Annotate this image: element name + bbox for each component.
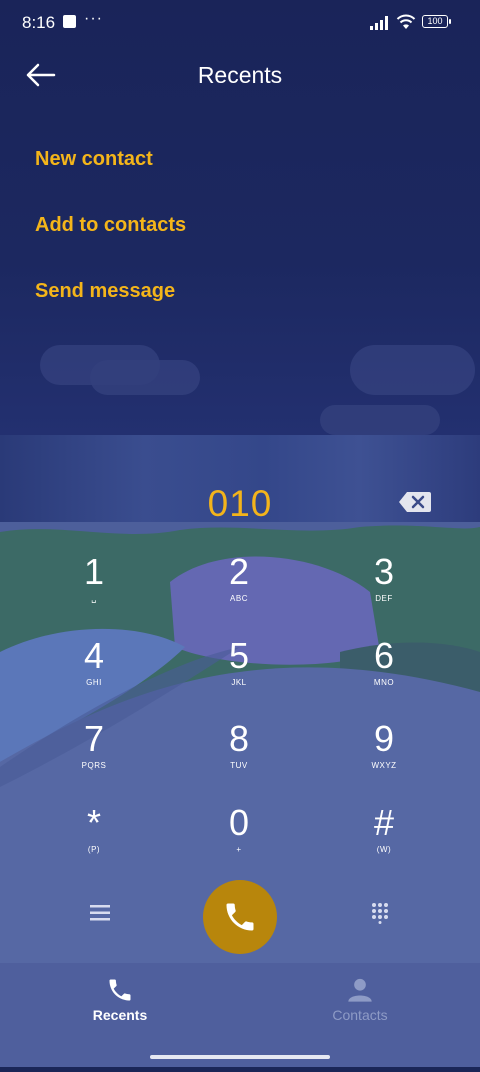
person-icon: [348, 978, 372, 1002]
tab-contacts[interactable]: Contacts: [240, 963, 480, 1033]
key-star[interactable]: * (P): [34, 803, 154, 883]
bottom-navigation: Recents Contacts: [0, 963, 480, 1067]
key-digit: 3: [373, 551, 395, 592]
key-digit: 1: [83, 551, 105, 592]
tab-label: Recents: [92, 1007, 148, 1023]
key-letters: MNO: [373, 678, 395, 687]
status-bar: 8:16 ··· 100: [0, 0, 480, 46]
page-title: Recents: [197, 62, 283, 88]
add-to-contacts-option[interactable]: Add to contacts: [35, 214, 186, 237]
key-4[interactable]: 4 GHI: [34, 636, 154, 716]
phone-icon: [226, 903, 254, 931]
menu-lines-icon[interactable]: [90, 904, 110, 922]
phone-icon: [109, 979, 131, 1001]
key-letters: ABC: [230, 594, 248, 603]
key-letters: TUV: [230, 761, 248, 770]
key-digit: #: [373, 802, 395, 843]
cloud-decoration: [90, 360, 200, 395]
new-contact-option[interactable]: New contact: [35, 148, 153, 171]
key-letters: (P): [87, 845, 101, 854]
key-7[interactable]: 7 PQRS: [34, 719, 154, 799]
key-letters: PQRS: [81, 761, 107, 770]
send-message-option[interactable]: Send message: [35, 280, 175, 303]
key-letters: +: [236, 845, 242, 854]
signal-icon: [370, 16, 388, 30]
key-digit: 0: [228, 802, 250, 843]
status-time: 8:16: [22, 13, 56, 32]
key-letters: WXYZ: [371, 761, 397, 770]
key-3[interactable]: 3 DEF: [324, 552, 444, 632]
key-digit: 6: [373, 635, 395, 676]
backspace-icon[interactable]: [398, 491, 432, 513]
key-digit: *: [86, 802, 101, 843]
key-letters: JKL: [231, 678, 247, 687]
tab-label: Contacts: [332, 1007, 388, 1023]
voicemail-icon: ␣: [91, 594, 97, 603]
key-6[interactable]: 6 MNO: [324, 636, 444, 716]
key-2[interactable]: 2 ABC: [179, 552, 299, 632]
key-digit: 2: [228, 551, 250, 592]
wifi-icon: [396, 14, 416, 29]
key-5[interactable]: 5 JKL: [179, 636, 299, 716]
key-digit: 7: [83, 718, 105, 759]
more-notifications-icon: ···: [84, 10, 103, 27]
key-digit: 9: [373, 718, 395, 759]
key-digit: 4: [83, 635, 105, 676]
key-0[interactable]: 0 +: [179, 803, 299, 883]
key-digit: 8: [228, 718, 250, 759]
key-hash[interactable]: # (W): [324, 803, 444, 883]
home-indicator[interactable]: [150, 1055, 330, 1059]
key-9[interactable]: 9 WXYZ: [324, 719, 444, 799]
call-button[interactable]: [203, 880, 277, 954]
battery-icon: 100: [422, 15, 451, 28]
tab-recents[interactable]: Recents: [0, 963, 240, 1033]
key-letters: DEF: [375, 594, 393, 603]
key-letters: (W): [376, 845, 392, 854]
key-digit: 5: [228, 635, 250, 676]
cloud-decoration: [320, 405, 440, 435]
notification-icon: [63, 15, 76, 28]
key-1[interactable]: 1 ␣: [34, 552, 154, 632]
dialpad-icon[interactable]: [371, 902, 389, 924]
key-letters: GHI: [86, 678, 102, 687]
cloud-decoration: [350, 345, 475, 395]
key-8[interactable]: 8 TUV: [179, 719, 299, 799]
